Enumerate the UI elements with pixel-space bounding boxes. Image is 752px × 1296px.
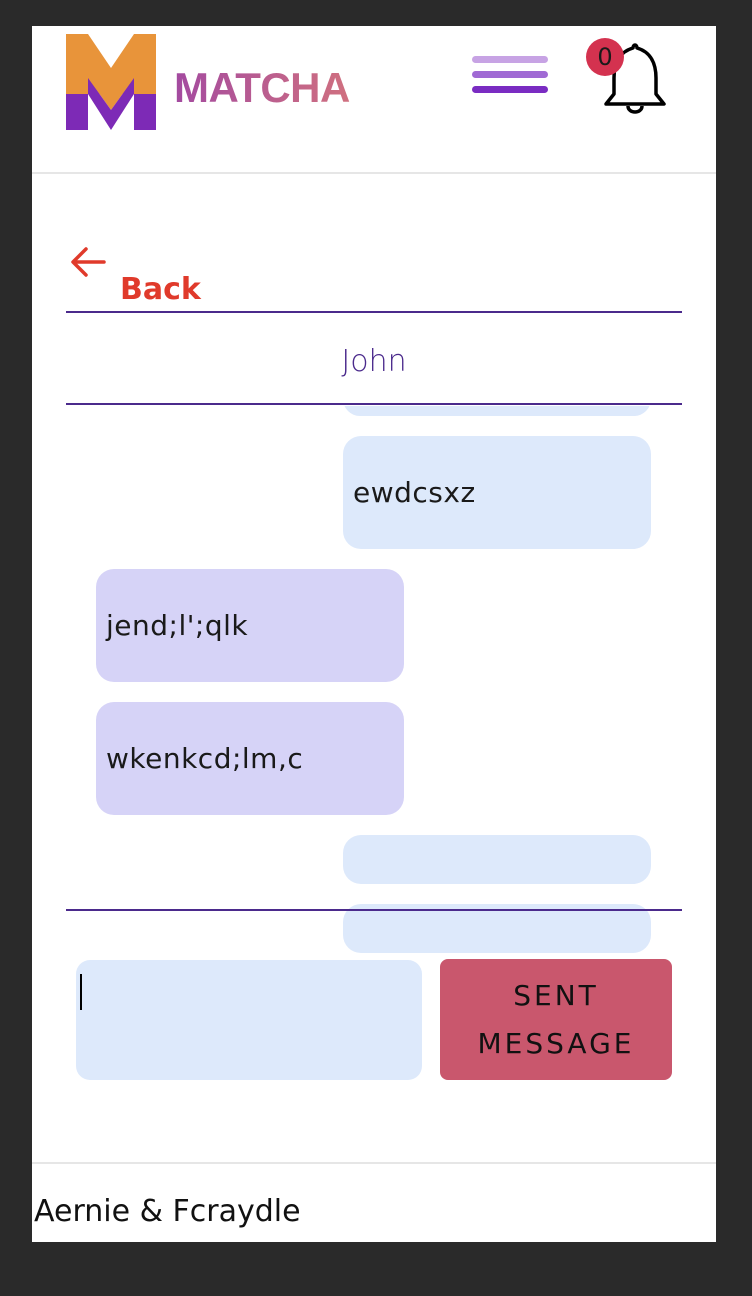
message-bubble-sent xyxy=(343,904,651,953)
matcha-logo-icon[interactable] xyxy=(66,34,156,130)
text-caret xyxy=(80,974,82,1010)
message-bubble-sent xyxy=(343,406,651,416)
notifications-button[interactable]: 0 xyxy=(584,36,670,116)
notification-count-badge: 0 xyxy=(586,38,624,76)
menu-bar xyxy=(472,86,548,93)
menu-bar xyxy=(472,56,548,63)
contact-name: John xyxy=(341,344,407,379)
divider xyxy=(66,403,682,405)
send-message-button[interactable]: SENT MESSAGE xyxy=(440,959,672,1080)
message-input[interactable] xyxy=(76,960,422,1080)
message-bubble-received: wkenkcd;lm,c xyxy=(96,702,404,815)
message-text: wkenkcd;lm,c xyxy=(106,742,304,775)
message-list[interactable]: ewdcsxz jend;l';qlk wkenkcd;lm,c xyxy=(66,406,682,954)
app-page: MATCHA 0 Back John ewdcsxz jend;l';qlk w… xyxy=(32,26,716,1242)
footer-credits: Aernie & Fcraydle xyxy=(34,1194,301,1229)
back-label: Back xyxy=(120,272,201,307)
footer: Aernie & Fcraydle xyxy=(32,1162,716,1242)
divider xyxy=(66,311,682,313)
divider xyxy=(66,909,682,911)
logo-text[interactable]: MATCHA xyxy=(174,64,350,112)
message-text: ewdcsxz xyxy=(353,476,476,509)
menu-bar xyxy=(472,71,548,78)
hamburger-menu-icon[interactable] xyxy=(472,56,550,100)
back-link[interactable]: Back xyxy=(70,246,220,307)
message-bubble-sent xyxy=(343,835,651,884)
header: MATCHA 0 xyxy=(32,26,716,174)
message-bubble-received: jend;l';qlk xyxy=(96,569,404,682)
message-bubble-sent: ewdcsxz xyxy=(343,436,651,549)
message-text: jend;l';qlk xyxy=(106,609,249,642)
arrow-left-icon xyxy=(71,247,106,277)
